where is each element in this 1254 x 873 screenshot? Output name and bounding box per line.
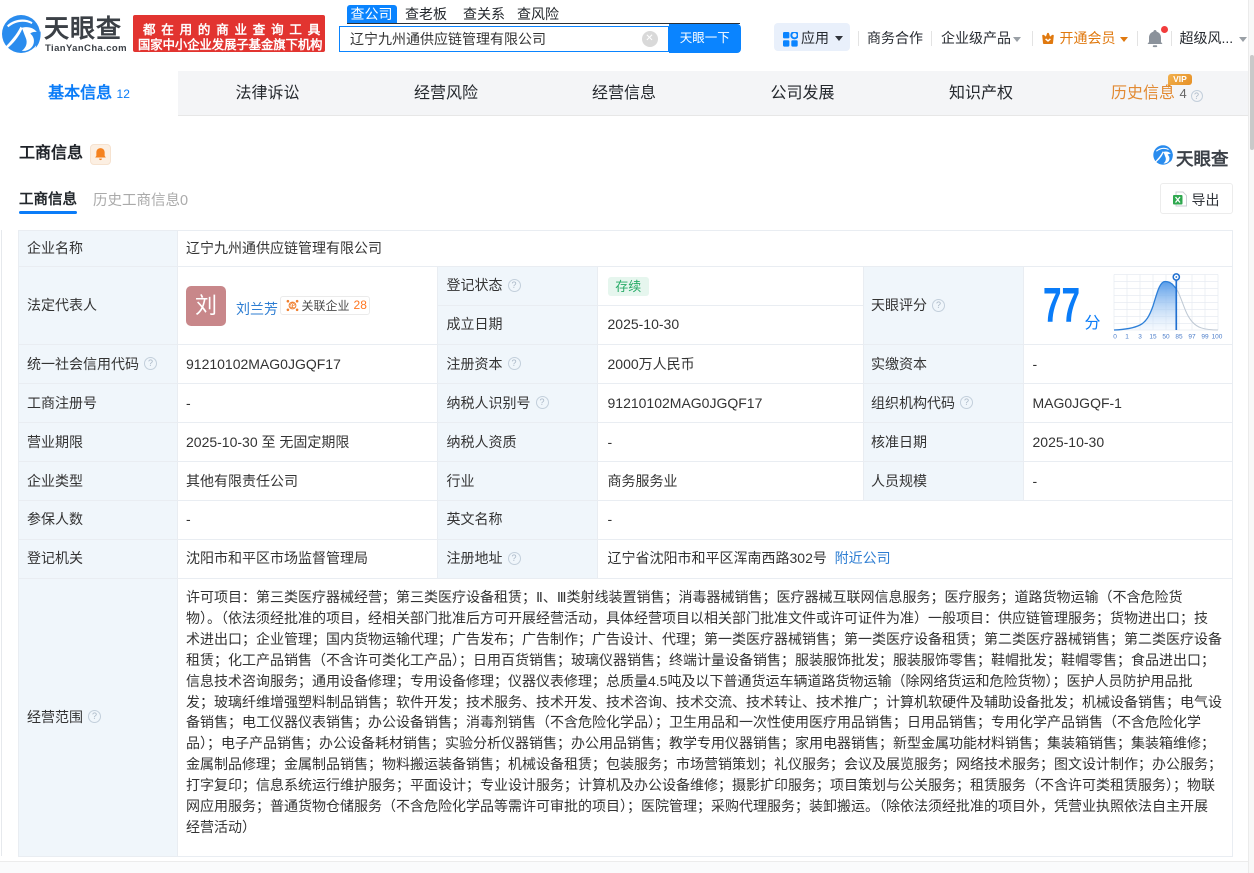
svg-text:0: 0 [1113,334,1117,341]
svg-text:1: 1 [1125,334,1129,341]
svg-text:企: 企 [288,301,296,309]
svg-text:100: 100 [1212,334,1223,341]
svg-text:97: 97 [1188,334,1196,341]
svg-text:3: 3 [1138,334,1142,341]
svg-text:85: 85 [1175,334,1183,341]
svg-text:99: 99 [1201,334,1209,341]
svg-text:50: 50 [1162,334,1170,341]
svg-text:15: 15 [1149,334,1157,341]
